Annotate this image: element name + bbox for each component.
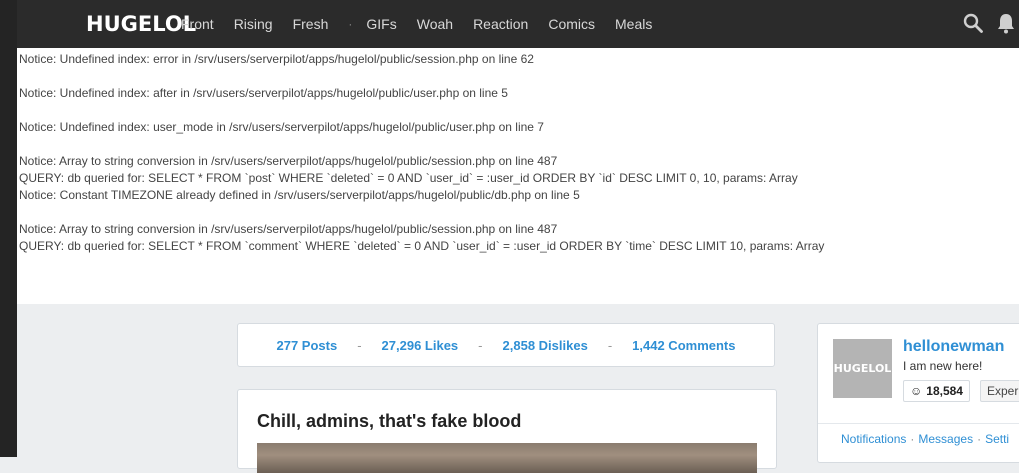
top-navbar: HUGELOL Front Rising Fresh · GIFs Woah R… xyxy=(17,0,1019,48)
bell-icon[interactable] xyxy=(996,12,1016,34)
post-card: Chill, admins, that's fake blood xyxy=(237,389,777,473)
profile-links: Notifications · Messages · Setti xyxy=(841,432,1009,446)
settings-link[interactable]: Setti xyxy=(985,432,1009,446)
stats-separator: - xyxy=(357,337,362,353)
user-bio: I am new here! xyxy=(903,359,983,373)
nav-woah[interactable]: Woah xyxy=(417,16,453,32)
link-separator: · xyxy=(910,432,915,446)
karma-value: 18,584 xyxy=(926,384,963,398)
comments-count-link[interactable]: 1,442 Comments xyxy=(632,338,735,353)
link-separator: · xyxy=(977,432,982,446)
smiley-icon: ☺ xyxy=(910,384,923,398)
post-title[interactable]: Chill, admins, that's fake blood xyxy=(257,411,521,432)
php-notices-panel: Notice: Undefined index: error in /srv/u… xyxy=(17,48,1019,304)
stats-separator: - xyxy=(607,337,613,353)
post-image[interactable] xyxy=(257,443,757,473)
notice-line: Notice: Array to string conversion in /s… xyxy=(19,154,558,168)
dislikes-count-link[interactable]: 2,858 Dislikes xyxy=(503,338,588,353)
site-logo[interactable]: HUGELOL xyxy=(86,9,196,39)
experience-badge: Experi xyxy=(980,380,1019,402)
nav-gifs[interactable]: GIFs xyxy=(366,16,396,32)
notifications-link[interactable]: Notifications xyxy=(841,432,906,446)
username-link[interactable]: hellonewman xyxy=(903,338,1004,356)
karma-badge: ☺ 18,584 xyxy=(903,380,970,402)
query-line: QUERY: db queried for: SELECT * FROM `co… xyxy=(19,239,825,253)
nav-fresh[interactable]: Fresh xyxy=(293,16,329,32)
notice-line: Notice: Undefined index: error in /srv/u… xyxy=(19,52,534,66)
notice-line: Notice: Undefined index: after in /srv/u… xyxy=(19,86,508,100)
nav-comics[interactable]: Comics xyxy=(548,16,595,32)
nav-front[interactable]: Front xyxy=(181,16,214,32)
nav-meals[interactable]: Meals xyxy=(615,16,652,32)
messages-link[interactable]: Messages xyxy=(918,432,973,446)
posts-count-link[interactable]: 277 Posts xyxy=(277,338,338,353)
stats-separator: - xyxy=(478,337,483,353)
search-icon[interactable] xyxy=(963,13,983,33)
left-edge-strip xyxy=(0,0,17,457)
notice-line: Notice: Undefined index: user_mode in /s… xyxy=(19,120,544,134)
profile-card: HUGELOL hellonewman I am new here! ☺ 18,… xyxy=(817,323,1019,463)
profile-divider xyxy=(818,423,1019,424)
profile-stats-bar: 277 Posts - 27,296 Likes - 2,858 Dislike… xyxy=(237,323,775,367)
notice-line: Notice: Array to string conversion in /s… xyxy=(19,222,558,236)
nav-rising[interactable]: Rising xyxy=(234,16,273,32)
notice-line: Notice: Constant TIMEZONE already define… xyxy=(19,188,580,202)
nav-reaction[interactable]: Reaction xyxy=(473,16,528,32)
avatar[interactable]: HUGELOL xyxy=(833,339,892,398)
nav-separator: · xyxy=(348,17,353,31)
query-line: QUERY: db queried for: SELECT * FROM `po… xyxy=(19,171,798,185)
likes-count-link[interactable]: 27,296 Likes xyxy=(382,338,459,353)
main-nav: Front Rising Fresh · GIFs Woah Reaction … xyxy=(181,0,672,48)
